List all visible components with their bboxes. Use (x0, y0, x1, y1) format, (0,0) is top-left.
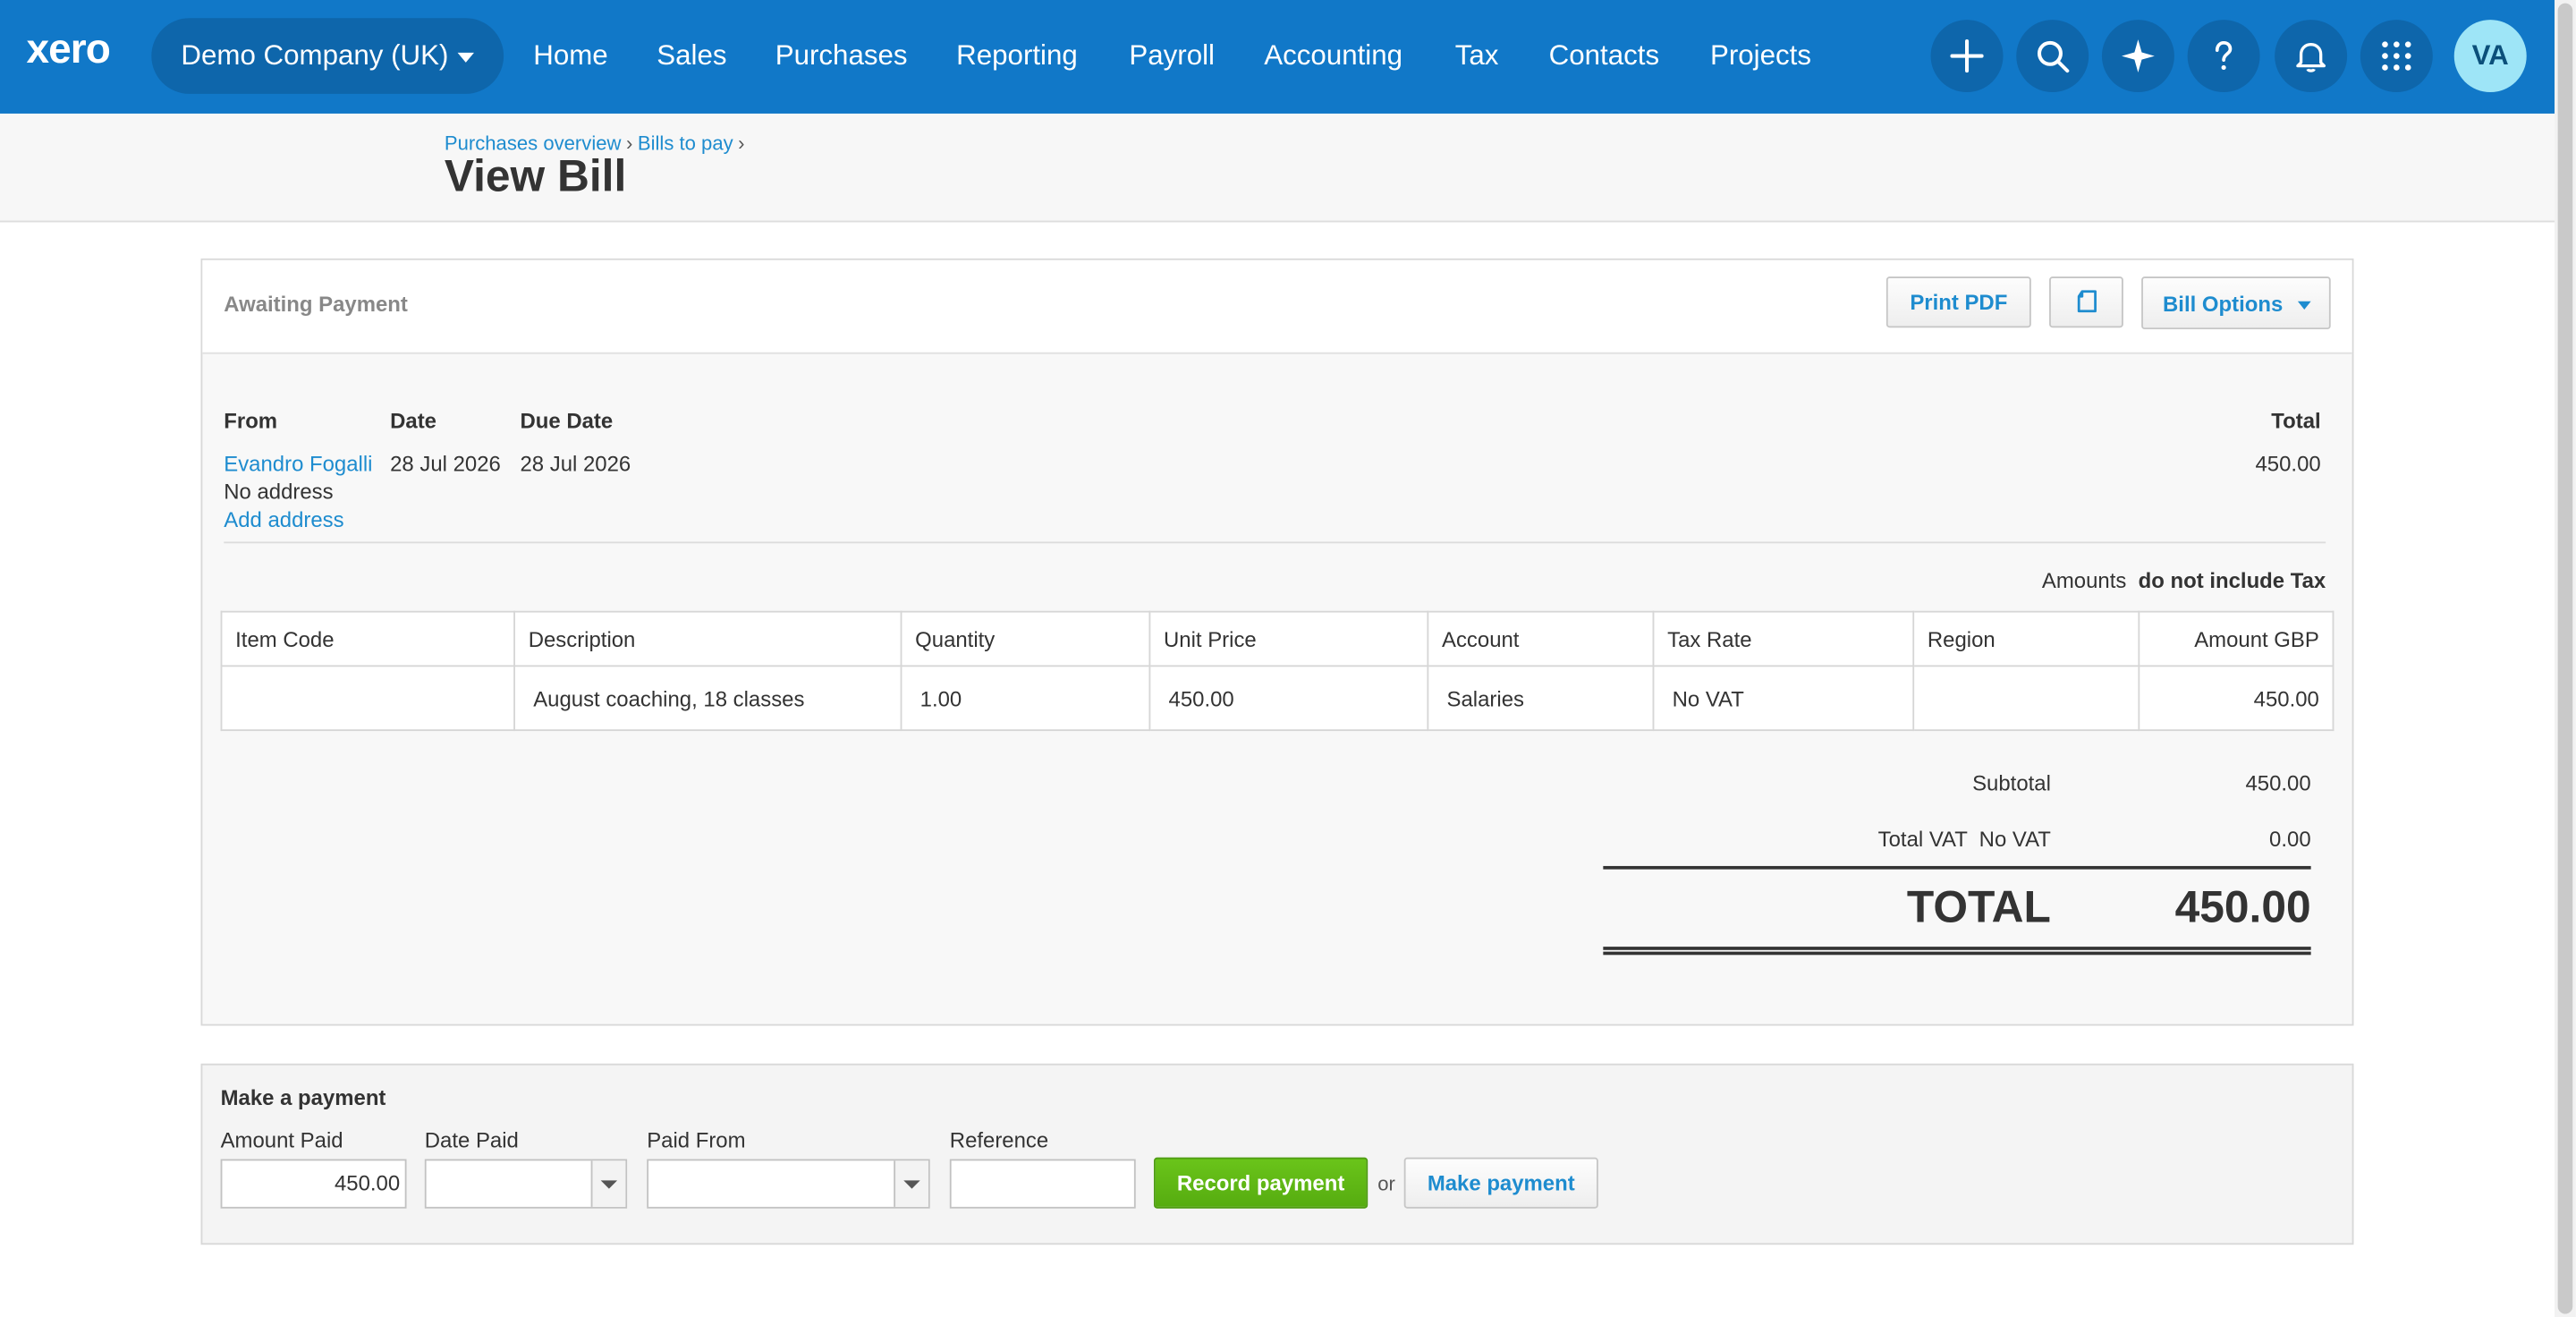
nav-tax[interactable]: Tax (1455, 39, 1499, 72)
total-rule-double-1 (1603, 947, 2311, 950)
nav-projects[interactable]: Projects (1710, 39, 1811, 72)
cell-quantity: 1.00 (900, 665, 1151, 732)
subtotal-label: Subtotal (1972, 770, 2051, 795)
top-navigation-bar: xero Demo Company (UK) Home Sales Purcha… (0, 0, 2555, 114)
bill-options-label: Bill Options (2163, 291, 2284, 317)
date-label: Date (390, 408, 436, 433)
copy-bill-button[interactable] (2049, 276, 2123, 328)
total-rule-top (1603, 865, 2311, 870)
nav-payroll[interactable]: Payroll (1129, 39, 1215, 72)
paid-from-label: Paid From (647, 1127, 746, 1153)
subtotal-value: 450.00 (2245, 770, 2311, 795)
col-description: Description (513, 610, 902, 667)
date-paid-label: Date Paid (424, 1127, 519, 1153)
amount-paid-input[interactable]: 450.00 (220, 1159, 407, 1209)
cell-region (1912, 665, 2140, 732)
cell-tax-rate: No VAT (1652, 665, 1915, 732)
breadcrumb-separator: › (625, 132, 633, 155)
cell-account: Salaries (1427, 665, 1655, 732)
tax-mode-value: do not include Tax (2138, 567, 2326, 593)
add-new-button[interactable] (1930, 20, 2004, 93)
nav-accounting[interactable]: Accounting (1264, 39, 1402, 72)
col-item-code: Item Code (220, 610, 515, 667)
bill-total: 450.00 (2255, 451, 2321, 476)
organisation-switcher[interactable]: Demo Company (UK) (151, 18, 504, 94)
col-account: Account (1427, 610, 1655, 667)
col-amount: Amount GBP (2138, 610, 2334, 667)
bill-options-button[interactable]: Bill Options (2141, 276, 2331, 330)
paid-from-dropdown-button[interactable] (894, 1160, 928, 1207)
cell-amount: 450.00 (2138, 665, 2334, 732)
search-button[interactable] (2016, 20, 2089, 93)
payment-heading: Make a payment (220, 1084, 386, 1110)
amount-paid-label: Amount Paid (220, 1127, 343, 1153)
no-address-text: No address (224, 479, 334, 505)
total-label: Total (2271, 408, 2321, 433)
table-header-row: Item Code Description Quantity Unit Pric… (220, 610, 2334, 667)
reference-input[interactable] (949, 1159, 1136, 1209)
bill-due-date: 28 Jul 2026 (520, 451, 631, 476)
breadcrumb-bills-to-pay[interactable]: Bills to pay (638, 132, 733, 155)
divider (224, 541, 2326, 544)
sparkle-icon (2122, 39, 2155, 72)
bill-date: 28 Jul 2026 (390, 451, 501, 476)
help-button[interactable] (2187, 20, 2260, 93)
total-rule-double-2 (1603, 951, 2311, 956)
nav-sales[interactable]: Sales (657, 39, 726, 72)
bell-icon (2296, 43, 2326, 72)
search-icon (2037, 40, 2070, 73)
copy-icon (2077, 290, 2097, 313)
due-date-label: Due Date (520, 408, 614, 433)
breadcrumb-separator: › (738, 132, 745, 155)
record-payment-button[interactable]: Record payment (1153, 1157, 1368, 1209)
nav-home[interactable]: Home (533, 39, 607, 72)
chevron-down-icon (457, 52, 474, 63)
nav-purchases[interactable]: Purchases (775, 39, 908, 72)
payment-panel (200, 1063, 2354, 1245)
notifications-button[interactable] (2275, 20, 2348, 93)
print-pdf-button[interactable]: Print PDF (1885, 276, 2031, 328)
or-text: or (1377, 1172, 1395, 1195)
scrollbar-thumb[interactable] (2557, 3, 2573, 1314)
contact-name-link[interactable]: Evandro Fogalli (224, 451, 372, 476)
tax-mode-note: Amounts do not include Tax (1810, 568, 2326, 593)
cell-description: August coaching, 18 classes (513, 665, 902, 732)
paid-from-select[interactable] (647, 1159, 930, 1209)
page-header (0, 113, 2555, 223)
user-avatar[interactable]: VA (2453, 20, 2527, 93)
nav-reporting[interactable]: Reporting (956, 39, 1078, 72)
apps-grid-icon (2382, 41, 2411, 71)
table-row: August coaching, 18 classes 1.00 450.00 … (220, 665, 2334, 732)
date-paid-input[interactable] (424, 1159, 628, 1209)
nav-contacts[interactable]: Contacts (1549, 39, 1659, 72)
grand-total-value: 450.00 (2174, 882, 2311, 932)
plus-icon (1950, 38, 1984, 73)
add-address-link[interactable]: Add address (224, 507, 343, 532)
xero-logo[interactable]: xero (26, 26, 110, 73)
app-window: xero Demo Company (UK) Home Sales Purcha… (0, 0, 2576, 1317)
help-icon (2215, 41, 2233, 71)
reference-label: Reference (949, 1127, 1049, 1153)
ai-assistant-button[interactable] (2101, 20, 2174, 93)
from-label: From (224, 408, 278, 433)
tax-mode-prefix: Amounts (2041, 567, 2127, 593)
make-payment-button[interactable]: Make payment (1403, 1157, 1598, 1209)
cell-unit-price: 450.00 (1148, 665, 1429, 732)
status-badge: Awaiting Payment (224, 291, 408, 317)
date-picker-dropdown-button[interactable] (590, 1160, 626, 1207)
col-region: Region (1912, 610, 2140, 667)
organisation-name: Demo Company (UK) (181, 39, 449, 72)
page-title: View Bill (444, 151, 627, 201)
total-vat-value: 0.00 (2269, 826, 2311, 852)
col-unit-price: Unit Price (1148, 610, 1429, 667)
apps-button[interactable] (2360, 20, 2433, 93)
line-items-table: Item Code Description Quantity Unit Pric… (220, 610, 2334, 732)
total-vat-label: Total VAT No VAT (1877, 826, 2051, 852)
chevron-down-icon (2297, 301, 2311, 310)
col-tax-rate: Tax Rate (1652, 610, 1915, 667)
cell-item-code (220, 665, 515, 732)
grand-total-label: TOTAL (1906, 882, 2051, 932)
col-quantity: Quantity (900, 610, 1151, 667)
